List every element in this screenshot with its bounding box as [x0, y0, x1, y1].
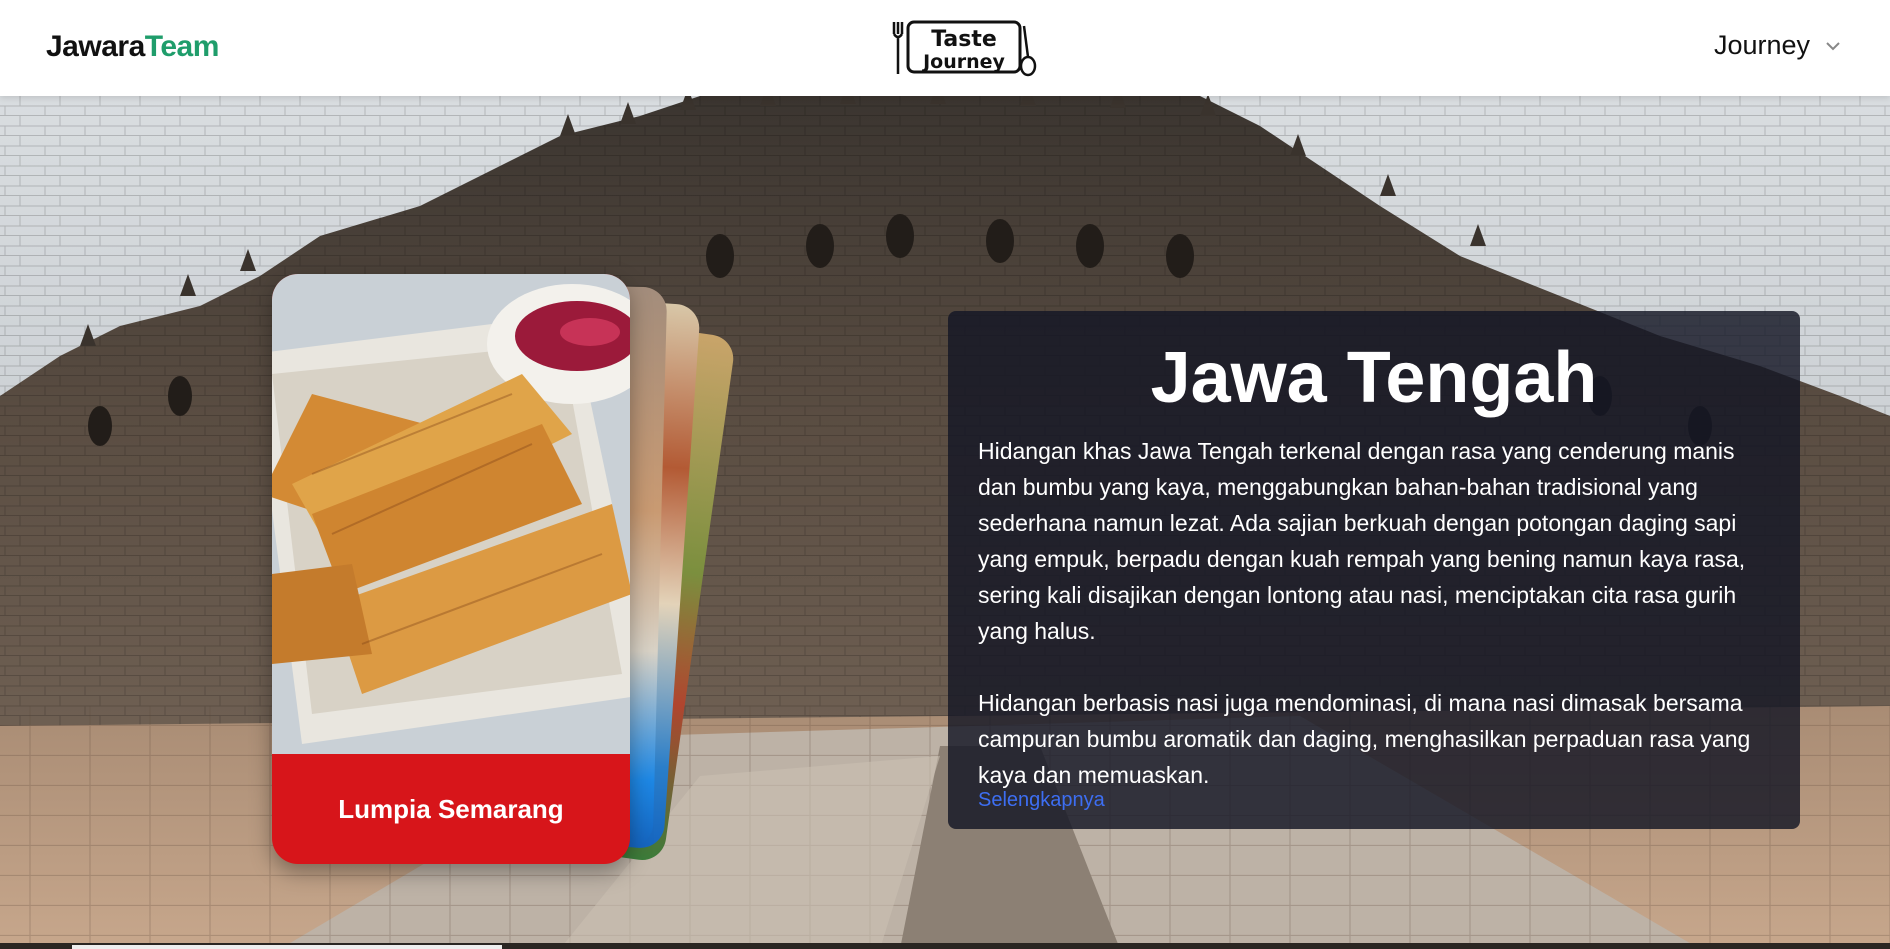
brand-logo-text[interactable]: JawaraTeam: [46, 30, 219, 64]
logo-text-line2: Journey: [921, 51, 1005, 73]
region-description-2: Hidangan berbasis nasi juga mendominasi,…: [978, 690, 1751, 788]
hero-section: Lumpia Semarang Jawa Tengah Hidangan kha…: [0, 96, 1890, 949]
food-card-active[interactable]: Lumpia Semarang: [272, 274, 630, 864]
region-description-1: Hidangan khas Jawa Tengah terkenal denga…: [978, 438, 1746, 644]
lumpia-food-image: [272, 274, 630, 754]
top-navbar: JawaraTeam Taste Journey Journey: [0, 0, 1890, 96]
logo-text-line1: Taste: [931, 27, 997, 52]
brand-name-part2: Team: [144, 30, 220, 63]
taste-journey-logo[interactable]: Taste Journey: [888, 16, 1038, 80]
read-more-link[interactable]: Selengkapnya: [978, 789, 1105, 812]
journey-dropdown[interactable]: Journey: [1714, 30, 1842, 61]
food-card-caption: Lumpia Semarang: [338, 793, 564, 824]
brand-name-part1: Jawara: [46, 30, 145, 63]
journey-dropdown-label: Journey: [1713, 30, 1810, 60]
chevron-down-icon: [1826, 41, 1840, 50]
region-title: Jawa Tengah: [1150, 338, 1598, 418]
region-info-panel: Jawa Tengah Hidangan khas Jawa Tengah te…: [948, 311, 1800, 829]
horizontal-scrollbar[interactable]: [72, 945, 502, 949]
